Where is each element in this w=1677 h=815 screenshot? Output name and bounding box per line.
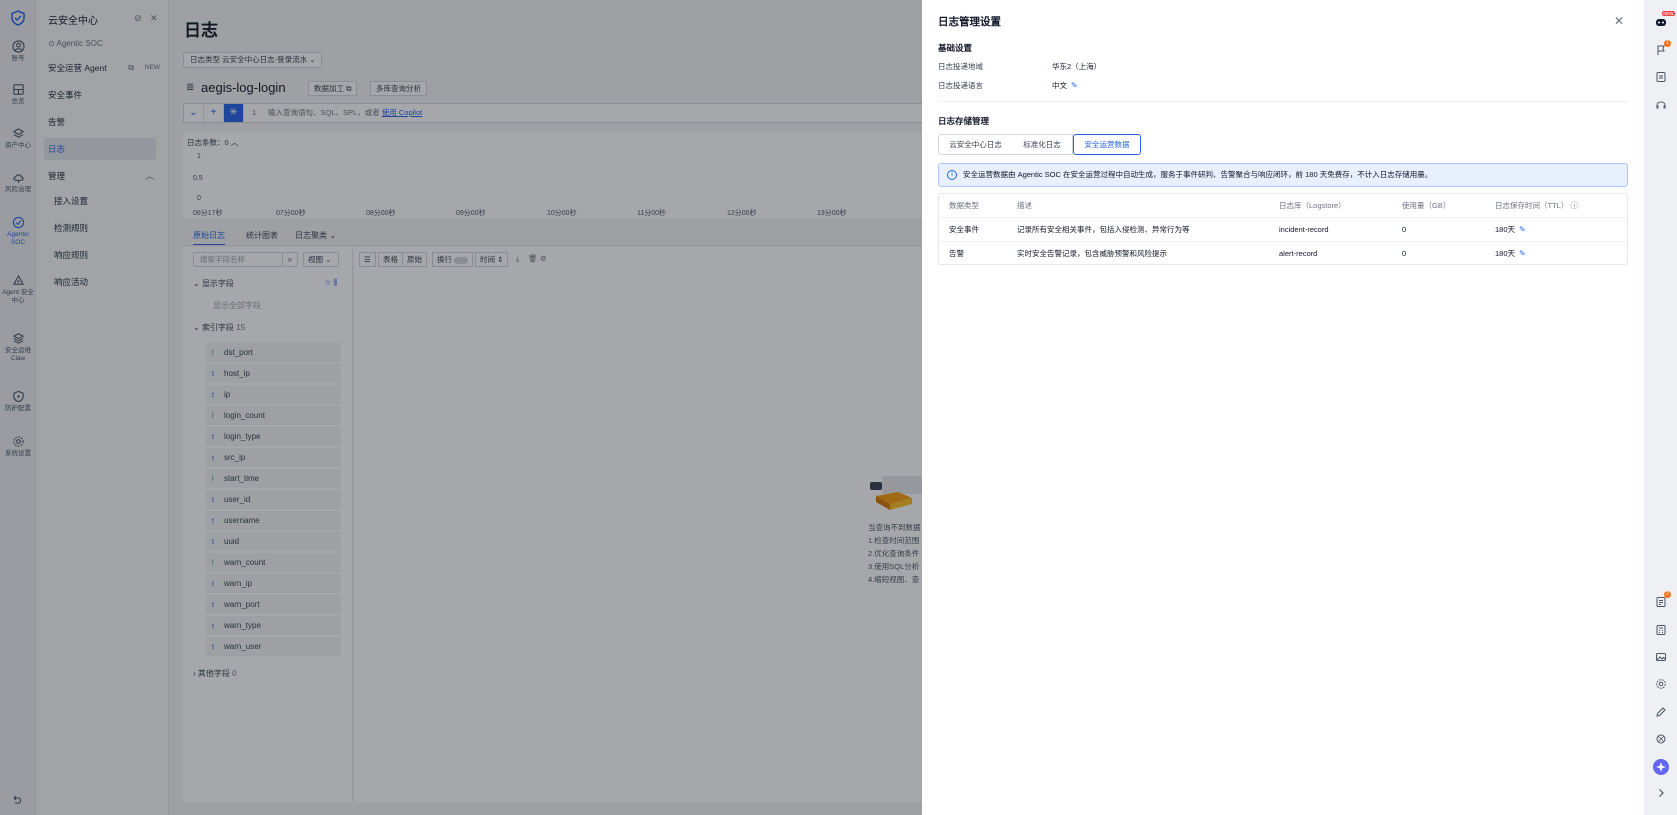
- new-badge: NEW: [1662, 11, 1675, 16]
- edit-icon[interactable]: ✎: [1519, 242, 1526, 266]
- info-alert: i 安全运营数据由 Agentic SOC 在安全运营过程中自动生成，服务于事件…: [938, 163, 1628, 187]
- soc-data-table: 数据类型 描述 日志库（Logstore） 使用量（GB） 日志保存时间（TTL…: [938, 193, 1628, 265]
- help-icon[interactable]: ⓘ: [1570, 201, 1578, 210]
- region-value: 华东2（上海）: [1052, 62, 1102, 71]
- region-label: 日志投递地域: [938, 62, 983, 71]
- task-list-icon[interactable]: [1655, 596, 1667, 608]
- gear-icon[interactable]: [1655, 678, 1667, 690]
- headset-icon[interactable]: [1655, 99, 1667, 111]
- support-icon[interactable]: [1655, 733, 1667, 745]
- basic-settings-title: 基础设置: [938, 43, 973, 53]
- right-toolbar: NEW 1 2: [1644, 0, 1677, 815]
- table-header: 描述: [1017, 201, 1032, 210]
- table-header: 使用量（GB）: [1402, 201, 1451, 210]
- edit-icon[interactable]: ✎: [1071, 81, 1078, 90]
- segment-soc-data[interactable]: 安全运营数据: [1073, 134, 1141, 155]
- storage-title: 日志存储管理: [938, 116, 990, 126]
- table-header: 日志库（Logstore）: [1279, 201, 1346, 210]
- document-icon[interactable]: [1655, 71, 1667, 83]
- table-cell: 0: [1402, 225, 1407, 234]
- notification-badge: 1: [1664, 40, 1671, 47]
- table-header: 数据类型: [949, 201, 979, 210]
- ttl-cell: 180天 ✎: [1495, 242, 1526, 266]
- table-cell: 安全事件: [949, 225, 979, 234]
- assistant-icon[interactable]: [1655, 16, 1667, 28]
- segment-cloud-logs[interactable]: 云安全中心日志: [938, 134, 1013, 155]
- image-icon[interactable]: [1655, 651, 1667, 663]
- ai-star-icon[interactable]: [1653, 759, 1669, 775]
- table-cell: 0: [1402, 249, 1407, 258]
- info-icon: i: [947, 170, 957, 180]
- table-cell: alert-record: [1279, 249, 1318, 258]
- divider: [938, 101, 1628, 102]
- calculator-icon[interactable]: [1655, 624, 1667, 636]
- table-cell: 记录所有安全相关事件，包括入侵检测、异常行为等: [1017, 225, 1190, 234]
- info-text: 安全运营数据由 Agentic SOC 在安全运营过程中自动生成，服务于事件研判…: [963, 170, 1433, 179]
- table-cell: 实时安全告警记录，包含威胁预警和风险提示: [1017, 249, 1167, 258]
- drawer-title: 日志管理设置: [938, 16, 1001, 28]
- edit-icon[interactable]: [1655, 706, 1667, 718]
- task-badge: 2: [1664, 591, 1671, 598]
- close-icon[interactable]: ✕: [1614, 14, 1624, 28]
- log-settings-drawer: 日志管理设置 ✕ 基础设置 日志投递地域 华东2（上海） 日志投递语言 中文 ✎ …: [922, 0, 1644, 815]
- edit-icon[interactable]: ✎: [1519, 218, 1526, 242]
- language-label: 日志投递语言: [938, 81, 983, 90]
- table-cell: incident-record: [1279, 225, 1329, 234]
- chevron-right-icon[interactable]: [1655, 787, 1667, 799]
- table-cell: 告警: [949, 249, 964, 258]
- modal-overlay[interactable]: [0, 0, 922, 815]
- table-header: 日志保存时间（TTL） ⓘ: [1495, 201, 1578, 210]
- segment-normalized-logs[interactable]: 标准化日志: [1012, 134, 1073, 155]
- ttl-cell: 180天 ✎: [1495, 218, 1526, 242]
- language-value: 中文 ✎: [1052, 81, 1078, 90]
